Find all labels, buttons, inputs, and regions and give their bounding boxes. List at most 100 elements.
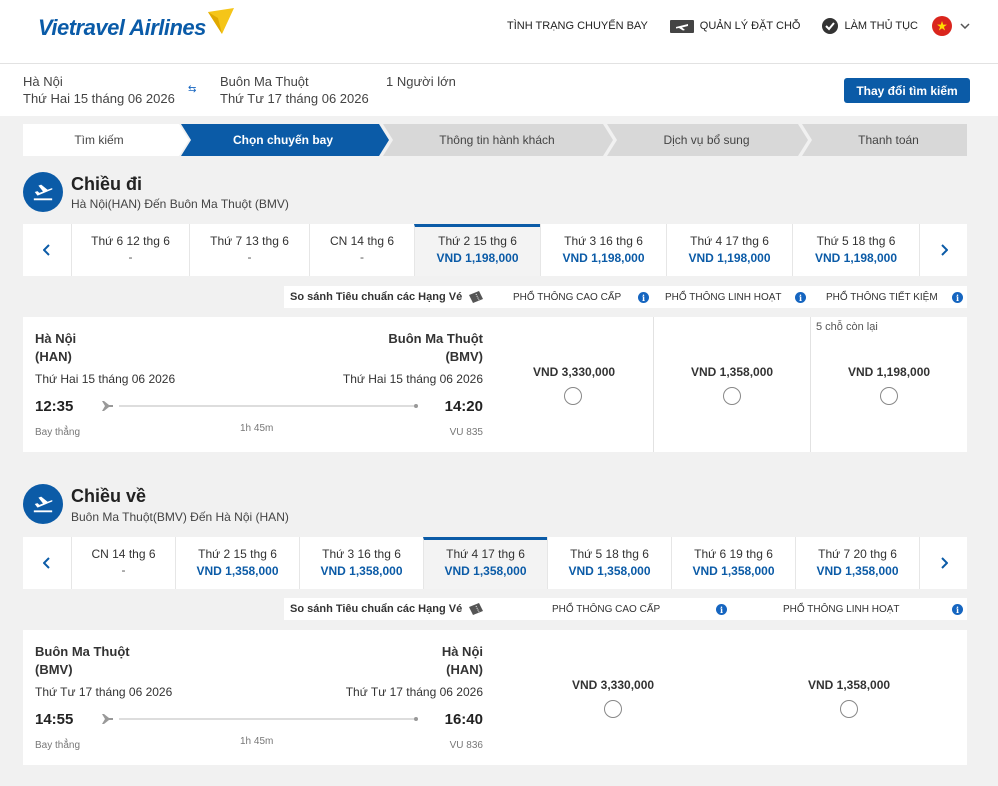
date-price: VND 1,198,000 <box>562 251 645 265</box>
info-icon[interactable]: i <box>716 604 727 615</box>
outbound-date-cell[interactable]: Thứ 7 13 thg 6 - <box>189 224 309 276</box>
date-price: VND 1,198,000 <box>688 251 771 265</box>
info-icon[interactable]: i <box>638 292 649 303</box>
nav-manage-booking[interactable]: QUẢN LÝ ĐẶT CHỖ <box>669 19 800 33</box>
fare-radio[interactable] <box>564 387 582 405</box>
date-label: Thứ 2 15 thg 6 <box>198 547 277 561</box>
inbound-flight-card: Buôn Ma Thuột (BMV) Thứ Tư 17 tháng 06 2… <box>23 630 967 765</box>
date-price: - <box>247 250 252 264</box>
fare-price: VND 3,330,000 <box>533 365 616 379</box>
fare-option-saver[interactable]: 5 chỗ còn lại VND 1,198,000 <box>810 317 967 452</box>
fare-radio[interactable] <box>723 387 741 405</box>
from-city: Hà Nội <box>35 331 77 346</box>
from-date: Thứ Tư 17 tháng 06 2026 <box>35 685 173 699</box>
date-price: VND 1,198,000 <box>436 251 519 265</box>
ticket-plane-icon <box>669 19 694 33</box>
destination-date: Thứ Tư 17 tháng 06 2026 <box>220 91 369 106</box>
vietnam-flag-icon[interactable] <box>932 16 952 36</box>
inbound-date-cell[interactable]: Thứ 5 18 thg 6 VND 1,358,000 <box>547 537 671 589</box>
outbound-next-date-button[interactable] <box>919 224 967 276</box>
fare-class-saver: PHỔ THÔNG TIẾT KIỆM <box>826 291 938 303</box>
inbound-date-cell[interactable]: CN 14 thg 6 - <box>71 537 175 589</box>
fare-option-flex[interactable]: VND 1,358,000 <box>731 630 967 765</box>
inbound-prev-date-button[interactable] <box>23 537 71 589</box>
logo-flag-icon <box>208 8 234 34</box>
chevron-right-icon <box>940 244 948 256</box>
date-price: VND 1,358,000 <box>196 564 279 578</box>
nav-check-in-label: LÀM THỦ TỤC <box>844 20 918 32</box>
date-price: VND 1,358,000 <box>816 564 899 578</box>
fare-price: VND 1,358,000 <box>808 678 891 692</box>
fare-radio[interactable] <box>880 387 898 405</box>
flight-type: Bay thẳng <box>35 427 81 438</box>
fare-option-premium[interactable]: VND 3,330,000 <box>495 317 653 452</box>
flight-number: VU 836 <box>449 740 483 751</box>
fare-radio[interactable] <box>840 700 858 718</box>
date-label: CN 14 thg 6 <box>329 234 395 248</box>
top-nav: TÌNH TRẠNG CHUYẾN BAY QUẢN LÝ ĐẶT CHỖ LÀ… <box>485 16 970 36</box>
outbound-date-cell[interactable]: Thứ 5 18 thg 6 VND 1,198,000 <box>792 224 919 276</box>
date-price: VND 1,358,000 <box>568 564 651 578</box>
step-select-flight[interactable]: Chọn chuyến bay <box>187 124 379 156</box>
fare-price: VND 1,198,000 <box>848 365 931 379</box>
from-code: (BMV) <box>35 662 73 677</box>
nav-flight-status[interactable]: TÌNH TRẠNG CHUYẾN BAY <box>507 20 648 32</box>
brand-logo[interactable]: Vietravel Airlines <box>38 8 234 48</box>
step-search[interactable]: Tìm kiếm <box>23 124 175 156</box>
date-label: Thứ 7 20 thg 6 <box>818 547 897 561</box>
outbound-date-bar: Thứ 6 12 thg 6 - Thứ 7 13 thg 6 - CN 14 … <box>23 224 967 276</box>
to-city: Buôn Ma Thuột <box>388 331 483 346</box>
inbound-date-cell[interactable]: Thứ 6 19 thg 6 VND 1,358,000 <box>671 537 795 589</box>
outbound-date-cell[interactable]: CN 14 thg 6 - <box>309 224 414 276</box>
info-icon[interactable]: i <box>795 292 806 303</box>
origin-block: Hà Nội Thứ Hai 15 tháng 06 2026 <box>23 73 175 107</box>
departure-plane-icon <box>23 172 63 212</box>
step-passenger-info: Thông tin hành khách <box>439 133 555 147</box>
info-icon[interactable]: i <box>952 604 963 615</box>
outbound-date-cell-selected[interactable]: Thứ 2 15 thg 6 VND 1,198,000 <box>414 224 540 276</box>
booking-steps: Tìm kiếm Chọn chuyến bay Thông tin hành … <box>23 124 967 156</box>
inbound-date-cell[interactable]: Thứ 3 16 thg 6 VND 1,358,000 <box>299 537 423 589</box>
inbound-date-cell[interactable]: Thứ 7 20 thg 6 VND 1,358,000 <box>795 537 919 589</box>
from-code: (HAN) <box>35 349 72 364</box>
date-price: VND 1,358,000 <box>692 564 775 578</box>
change-search-button[interactable]: Thay đổi tìm kiếm <box>844 78 970 103</box>
seats-left: 5 chỗ còn lại <box>816 321 878 333</box>
passenger-count: 1 Người lớn <box>386 74 456 89</box>
nav-check-in[interactable]: LÀM THỦ TỤC <box>822 18 918 34</box>
fare-option-premium[interactable]: VND 3,330,000 <box>495 630 731 765</box>
ticket-icon <box>469 603 484 615</box>
outbound-compare-row: So sánh Tiêu chuẩn các Hạng Vé PHỔ THÔNG… <box>284 286 967 308</box>
chevron-down-icon[interactable] <box>960 23 970 29</box>
outbound-prev-date-button[interactable] <box>23 224 71 276</box>
outbound-date-cell[interactable]: Thứ 6 12 thg 6 - <box>71 224 189 276</box>
fare-price: VND 3,330,000 <box>572 678 655 692</box>
destination-city: Buôn Ma Thuột <box>220 74 309 89</box>
date-label: Thứ 6 19 thg 6 <box>694 547 773 561</box>
date-label: Thứ 3 16 thg 6 <box>564 234 643 248</box>
search-summary: Hà Nội Thứ Hai 15 tháng 06 2026 ⇆ Buôn M… <box>0 64 998 116</box>
date-label: Thứ 5 18 thg 6 <box>816 234 896 248</box>
depart-time: 12:35 <box>35 398 74 415</box>
date-label: Thứ 6 12 thg 6 <box>91 234 170 248</box>
date-label: Thứ 7 13 thg 6 <box>210 234 289 248</box>
date-price: - <box>128 250 133 264</box>
inbound-date-cell-selected[interactable]: Thứ 4 17 thg 6 VND 1,358,000 <box>423 537 547 589</box>
to-code: (HAN) <box>446 662 483 677</box>
outbound-date-cell[interactable]: Thứ 3 16 thg 6 VND 1,198,000 <box>540 224 666 276</box>
inbound-date-cell[interactable]: Thứ 2 15 thg 6 VND 1,358,000 <box>175 537 299 589</box>
compare-label: So sánh Tiêu chuẩn các Hạng Vé <box>290 603 463 615</box>
fare-radio[interactable] <box>604 700 622 718</box>
compare-fares-link[interactable]: So sánh Tiêu chuẩn các Hạng Vé <box>290 598 484 620</box>
info-icon[interactable]: i <box>952 292 963 303</box>
to-city: Hà Nội <box>441 644 483 659</box>
to-date: Thứ Hai 15 tháng 06 2026 <box>342 372 483 386</box>
compare-fares-link[interactable]: So sánh Tiêu chuẩn các Hạng Vé <box>290 286 484 308</box>
inbound-next-date-button[interactable] <box>919 537 967 589</box>
from-city: Buôn Ma Thuột <box>35 644 130 659</box>
inbound-compare-row: So sánh Tiêu chuẩn các Hạng Vé PHỔ THÔNG… <box>284 598 967 620</box>
depart-time: 14:55 <box>35 711 74 728</box>
outbound-date-cell[interactable]: Thứ 4 17 thg 6 VND 1,198,000 <box>666 224 792 276</box>
fare-option-flex[interactable]: VND 1,358,000 <box>653 317 810 452</box>
fare-class-flex: PHỔ THÔNG LINH HOẠT <box>783 603 900 615</box>
